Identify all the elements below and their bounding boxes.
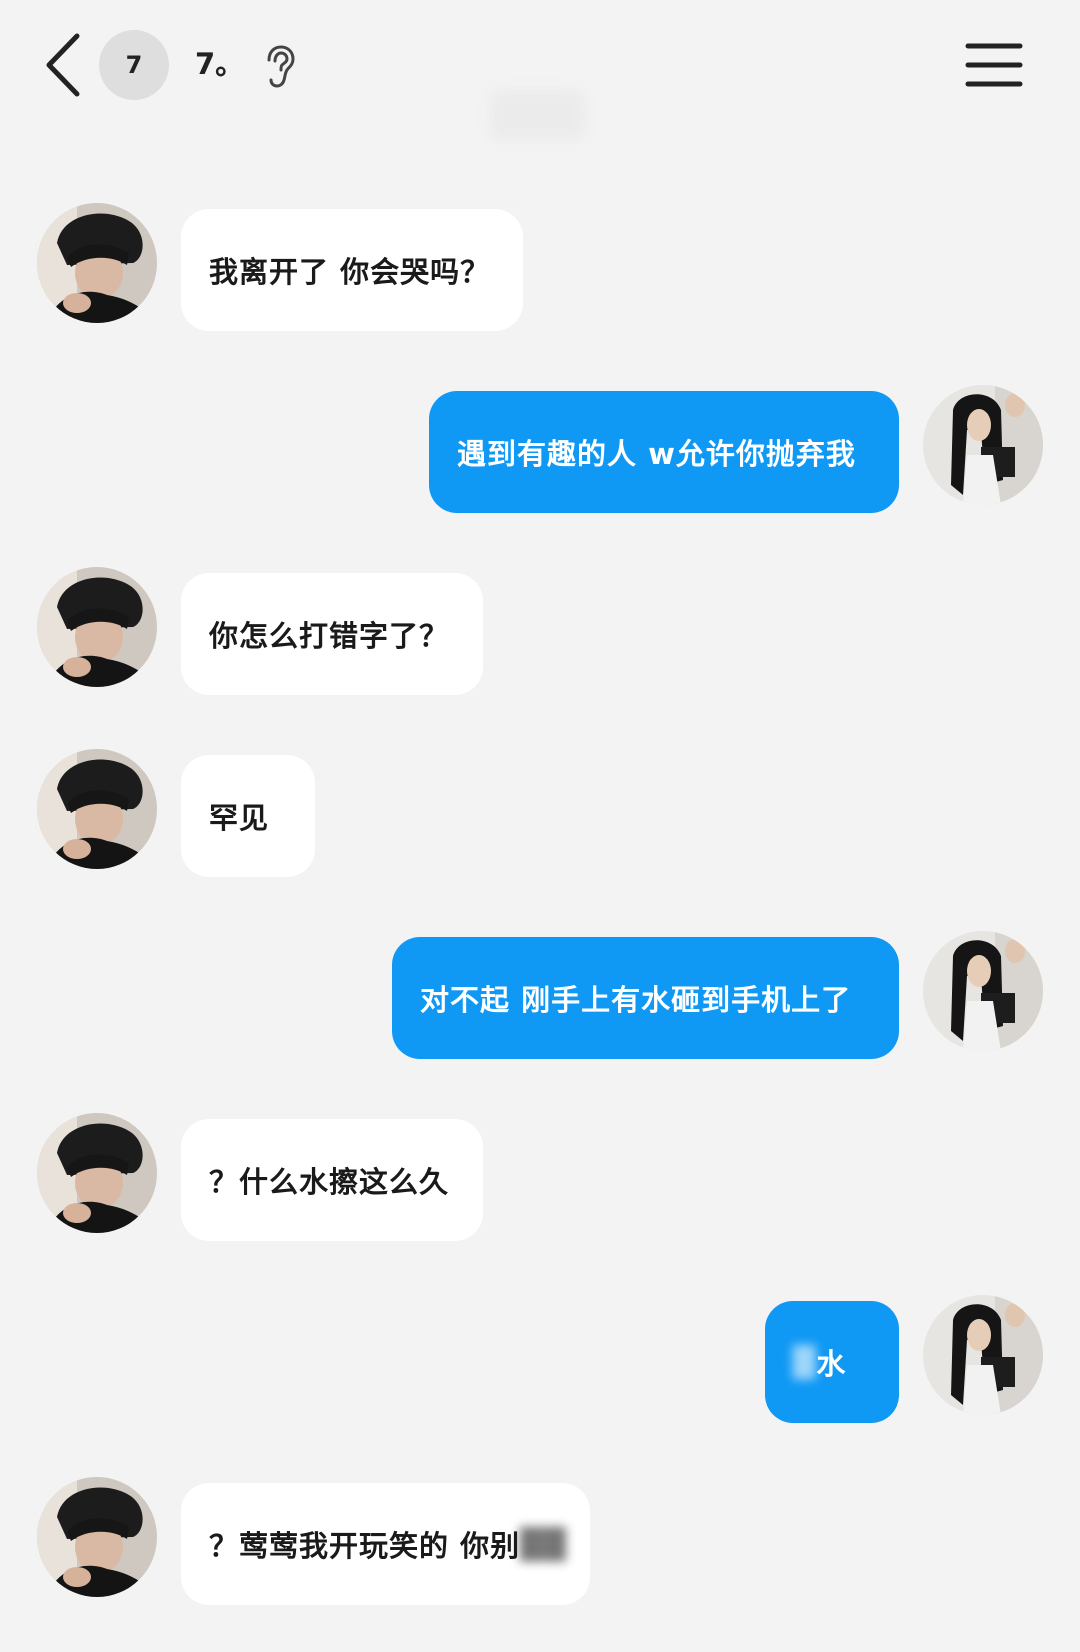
message-bubble-incoming[interactable]: 你怎么打错字了？ (181, 573, 483, 695)
user-avatar[interactable] (923, 1295, 1043, 1415)
message-bubble-incoming[interactable]: ？莺莺我开玩笑的 你别 ██ (181, 1483, 590, 1605)
chat-message-list[interactable]: 我离开了 你会哭吗？ 遇到有趣的人 w允许你抛弃我 你怎么打错字了？ 罕见 对不… (0, 0, 1080, 1652)
message-text: ？什么水擦这么久 (209, 1165, 450, 1199)
message-text: 你怎么打错字了？ (209, 619, 450, 653)
message-text: 水 (816, 1347, 847, 1381)
message-bubble-incoming[interactable]: 我离开了 你会哭吗？ (181, 209, 523, 331)
contact-avatar[interactable] (37, 749, 157, 869)
message-bubble-outgoing[interactable]: █ 水 (765, 1301, 899, 1423)
message-bubble-outgoing[interactable]: 对不起 刚手上有水砸到手机上了 (392, 937, 899, 1059)
message-bubble-outgoing[interactable]: 遇到有趣的人 w允许你抛弃我 (429, 391, 899, 513)
contact-avatar[interactable] (37, 1477, 157, 1597)
message-bubble-incoming[interactable]: 罕见 (181, 755, 315, 877)
message-text: 罕见 (209, 801, 270, 835)
contact-avatar[interactable] (37, 203, 157, 323)
redacted-text: █ (793, 1345, 817, 1379)
message-text: 遇到有趣的人 w允许你抛弃我 (457, 437, 856, 471)
contact-avatar[interactable] (37, 1113, 157, 1233)
user-avatar[interactable] (923, 385, 1043, 505)
message-text: ？莺莺我开玩笑的 你别 (209, 1529, 521, 1563)
message-text: 我离开了 你会哭吗？ (209, 255, 491, 289)
redacted-text: ██ (520, 1527, 567, 1561)
user-avatar[interactable] (923, 931, 1043, 1051)
message-text: 对不起 刚手上有水砸到手机上了 (420, 983, 852, 1017)
contact-avatar[interactable] (37, 567, 157, 687)
message-bubble-incoming[interactable]: ？什么水擦这么久 (181, 1119, 483, 1241)
